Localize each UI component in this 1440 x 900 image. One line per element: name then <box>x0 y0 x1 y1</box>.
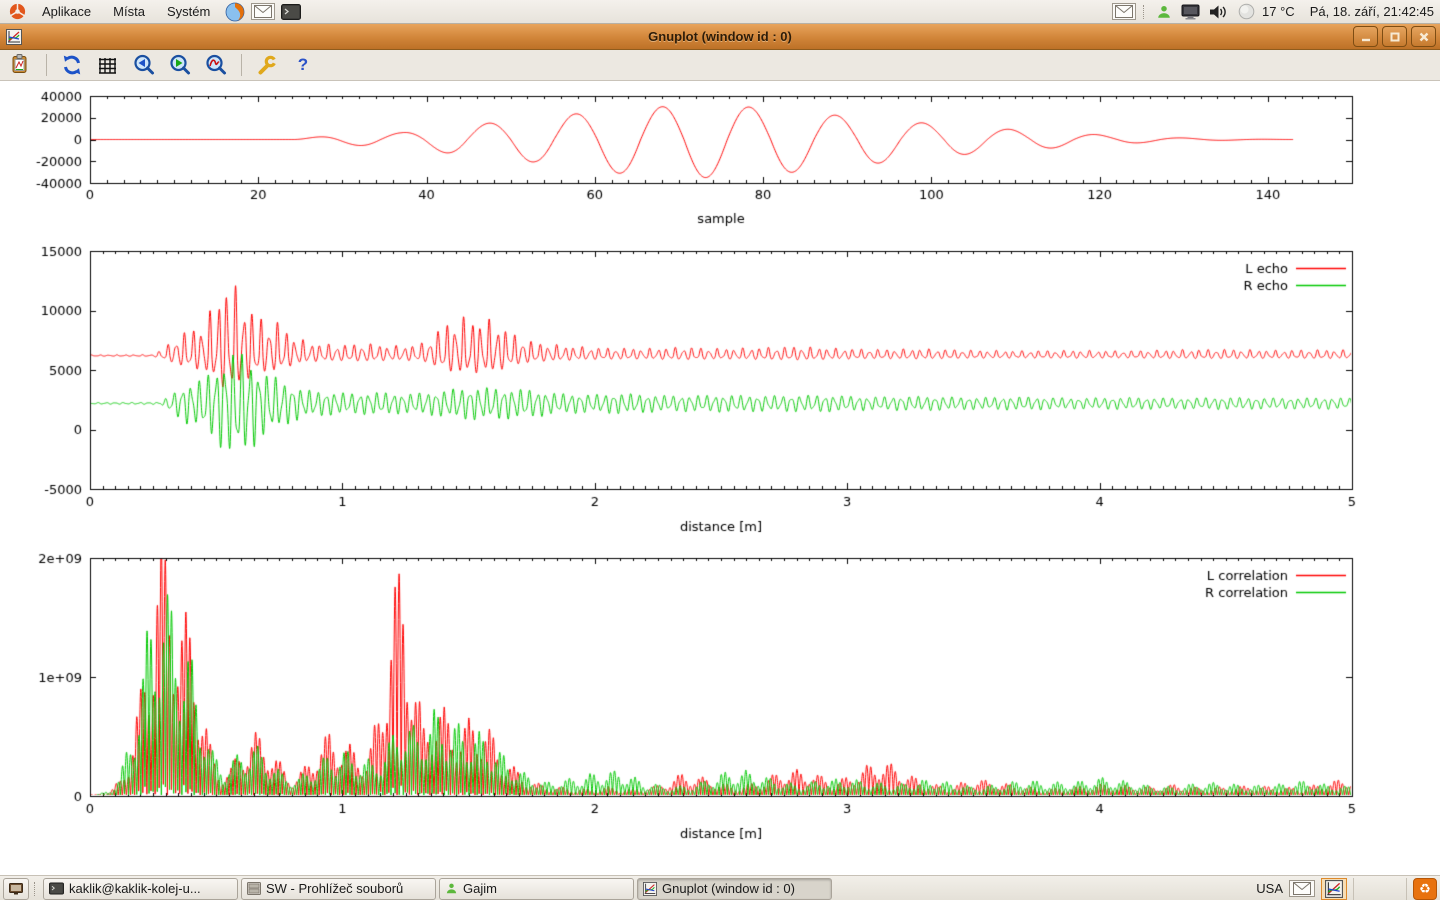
help-icon[interactable]: ? <box>290 52 316 78</box>
envelope-icon <box>1293 882 1311 895</box>
task-label: SW - Prohlížeč souborů <box>266 881 403 896</box>
zoom-previous-icon[interactable] <box>131 52 157 78</box>
display-icon[interactable] <box>1181 4 1200 20</box>
gnuplot-toolbar: ? <box>0 50 1440 81</box>
plot-region <box>0 81 1440 875</box>
window-title: Gnuplot (window id : 0) <box>0 29 1440 44</box>
task-file-manager[interactable]: SW - Prohlížeč souborů <box>241 878 436 900</box>
tray-gnuplot-button[interactable] <box>1321 878 1347 900</box>
envelope-icon <box>254 5 272 18</box>
user-switcher-icon[interactable] <box>1156 4 1172 20</box>
terminal-launcher[interactable] <box>281 4 301 20</box>
toolbar-separator <box>241 54 242 76</box>
gajim-icon <box>445 882 458 895</box>
menu-mista[interactable]: Místa <box>104 2 154 21</box>
panel-separator <box>1143 5 1147 19</box>
clock[interactable]: Pá, 18. září, 21:42:45 <box>1310 4 1434 19</box>
show-desktop-button[interactable] <box>3 878 29 900</box>
menu-system[interactable]: Systém <box>158 2 219 21</box>
keyboard-layout-indicator[interactable]: USA <box>1256 881 1283 896</box>
task-gajim[interactable]: Gajim <box>439 878 634 900</box>
firefox-icon[interactable] <box>225 2 245 22</box>
zoom-reset-icon[interactable] <box>203 52 229 78</box>
task-label: kaklik@kaklik-kolej-u... <box>69 881 201 896</box>
file-manager-icon <box>247 882 261 895</box>
window-titlebar[interactable]: Gnuplot (window id : 0) <box>0 24 1440 50</box>
trash-applet[interactable]: ♻ <box>1413 878 1437 900</box>
taskbar: kaklik@kaklik-kolej-u... SW - Prohlížeč … <box>0 875 1440 900</box>
gnuplot-icon <box>1325 880 1343 898</box>
ubuntu-logo-icon[interactable] <box>8 2 27 21</box>
replot-icon[interactable] <box>59 52 85 78</box>
settings-wrench-icon[interactable] <box>254 52 280 78</box>
notification-area <box>1353 878 1407 900</box>
toolbar-separator <box>46 54 47 76</box>
mail-launcher[interactable] <box>251 3 275 20</box>
maximize-button[interactable] <box>1382 26 1407 47</box>
task-label: Gajim <box>463 881 497 896</box>
grid-icon[interactable] <box>95 52 121 78</box>
gnuplot-window: Gnuplot (window id : 0) <box>0 24 1440 875</box>
top-panel: Aplikace Místa Systém <box>0 0 1440 24</box>
envelope-icon <box>1115 5 1133 18</box>
plot-canvas[interactable] <box>0 81 1440 875</box>
weather-icon[interactable] <box>1238 3 1255 20</box>
terminal-icon <box>49 882 64 895</box>
gnuplot-icon <box>643 882 657 896</box>
task-terminal[interactable]: kaklik@kaklik-kolej-u... <box>43 878 238 900</box>
task-gnuplot[interactable]: Gnuplot (window id : 0) <box>637 878 832 900</box>
temperature-indicator[interactable]: 17 °C <box>1262 4 1295 19</box>
copy-to-clipboard-icon[interactable] <box>8 52 34 78</box>
menu-aplikace[interactable]: Aplikace <box>33 2 100 21</box>
zoom-next-icon[interactable] <box>167 52 193 78</box>
task-label: Gnuplot (window id : 0) <box>662 881 795 896</box>
taskbar-separator <box>34 882 38 896</box>
mail-notification[interactable] <box>1112 3 1136 20</box>
tray-mail-button[interactable] <box>1289 880 1315 897</box>
minimize-button[interactable] <box>1353 26 1378 47</box>
volume-icon[interactable] <box>1209 4 1229 20</box>
close-button[interactable] <box>1411 26 1436 47</box>
